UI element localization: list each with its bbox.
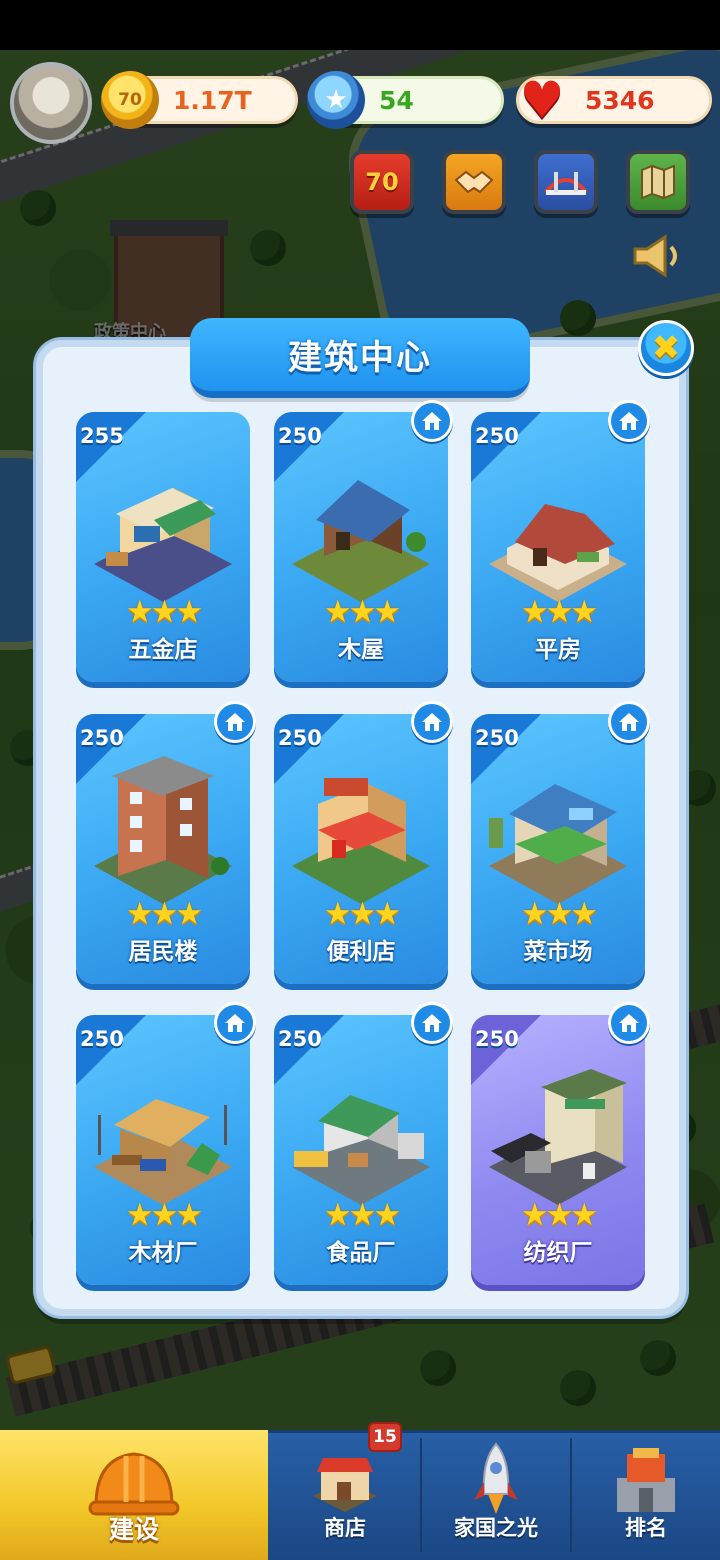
- home-icon[interactable]: [411, 400, 453, 442]
- building-name: 便利店: [326, 939, 396, 965]
- building-name: 木屋: [338, 637, 384, 663]
- building-name: 纺织厂: [523, 1240, 593, 1266]
- panel-title: 建筑中心: [288, 338, 432, 378]
- close-button[interactable]: ✖: [638, 320, 694, 376]
- rating-stars: ★★★: [520, 594, 598, 630]
- building-level: 250: [475, 424, 519, 448]
- building-card-vegetable-market[interactable]: 250 ★★★ 菜市场: [471, 714, 645, 984]
- home-icon[interactable]: [411, 1002, 453, 1044]
- star-gem-icon: ★: [307, 71, 365, 129]
- rating-stars: ★★★: [520, 1197, 598, 1233]
- rating-stars: ★★★: [323, 594, 401, 630]
- rating-stars: ★★★: [323, 896, 401, 932]
- coin-counter[interactable]: 70 1.17T: [101, 71, 298, 129]
- building-level: 250: [80, 726, 124, 750]
- home-icon[interactable]: [608, 701, 650, 743]
- player-avatar[interactable]: [10, 62, 92, 144]
- heart-value: 5346: [585, 86, 655, 115]
- building-name: 木材厂: [128, 1240, 198, 1266]
- shop-icon: [313, 1458, 377, 1512]
- wooden-house-illustration: [292, 480, 430, 602]
- building-level: 250: [278, 726, 322, 750]
- home-icon[interactable]: [411, 701, 453, 743]
- rating-stars: ★★★: [520, 896, 598, 932]
- nav-tab-build[interactable]: 建设: [0, 1430, 268, 1560]
- building-card-convenience-store[interactable]: 250 ★★★ 便利店: [274, 714, 448, 984]
- textile-factory-illustration: [489, 1069, 627, 1205]
- rating-stars: ★★★: [125, 594, 203, 630]
- close-icon: ✖: [651, 328, 681, 368]
- status-bar: [0, 0, 720, 50]
- panel-header: 建筑中心: [190, 318, 530, 398]
- rating-stars: ★★★: [323, 1197, 401, 1233]
- gem-counter[interactable]: ★ 54: [307, 71, 504, 129]
- nav-tab-homeland-light[interactable]: 家国之光: [422, 1430, 570, 1560]
- lumber-mill-illustration: [94, 1099, 232, 1205]
- building-name: 食品厂: [326, 1240, 396, 1266]
- announcement-speaker-icon[interactable]: [626, 226, 690, 286]
- shop-notification-badge: 15: [368, 1422, 402, 1452]
- building-card-food-factory[interactable]: 250 ★★★ 食品厂: [274, 1015, 448, 1285]
- building-card-bungalow[interactable]: 250 ★★★ 平房: [471, 412, 645, 682]
- bridge-icon[interactable]: [534, 150, 598, 214]
- nav-label-build: 建设: [108, 1515, 159, 1544]
- building-card-wooden-house[interactable]: 250 ★★★ 木屋: [274, 412, 448, 682]
- nav-label-ranking: 排名: [625, 1516, 667, 1540]
- building-level: 250: [278, 1027, 322, 1051]
- ranking-podium-icon: [617, 1448, 675, 1512]
- rating-stars: ★★★: [125, 896, 203, 932]
- heart-icon: ♥: [519, 71, 565, 129]
- building-level: 250: [475, 726, 519, 750]
- hardware-store-illustration: [94, 488, 232, 602]
- apartment-illustration: [94, 756, 232, 904]
- vegetable-market-illustration: [489, 784, 627, 904]
- bungalow-illustration: [489, 504, 627, 602]
- handshake-icon[interactable]: [442, 150, 506, 214]
- coin-value: 1.17T: [173, 86, 252, 115]
- building-name: 五金店: [128, 637, 198, 663]
- nav-label-homeland-light: 家国之光: [454, 1516, 538, 1540]
- home-icon[interactable]: [214, 1002, 256, 1044]
- building-level: 255: [80, 424, 124, 448]
- building-level: 250: [80, 1027, 124, 1051]
- home-icon[interactable]: [214, 701, 256, 743]
- building-card-apartment[interactable]: 250 ★★★ 居民楼: [76, 714, 250, 984]
- building-level: 250: [278, 424, 322, 448]
- building-name: 平房: [535, 637, 581, 663]
- rocket-icon: [474, 1442, 518, 1514]
- building-level: 250: [475, 1027, 519, 1051]
- building-card-lumber-mill[interactable]: 250 ★★★ 木材厂: [76, 1015, 250, 1285]
- anniversary-event-button[interactable]: 70: [350, 150, 414, 214]
- building-name: 菜市场: [523, 939, 593, 965]
- building-name: 居民楼: [128, 939, 198, 965]
- building-card-textile-factory[interactable]: 250 ★★★ 纺织厂: [471, 1015, 645, 1285]
- home-icon[interactable]: [608, 400, 650, 442]
- heart-counter[interactable]: ♥ 5346: [516, 71, 712, 129]
- food-factory-illustration: [292, 1095, 430, 1205]
- building-card-hardware-store[interactable]: 255 ★★★ 五金店: [76, 412, 250, 682]
- nav-tab-ranking[interactable]: 排名: [572, 1430, 720, 1560]
- convenience-store-illustration: [292, 778, 430, 904]
- gem-value: 54: [379, 86, 414, 115]
- coin-icon: 70: [101, 71, 159, 129]
- map-icon[interactable]: [626, 150, 690, 214]
- home-icon[interactable]: [608, 1002, 650, 1044]
- rating-stars: ★★★: [125, 1197, 203, 1233]
- nav-label-shop: 商店: [324, 1516, 366, 1540]
